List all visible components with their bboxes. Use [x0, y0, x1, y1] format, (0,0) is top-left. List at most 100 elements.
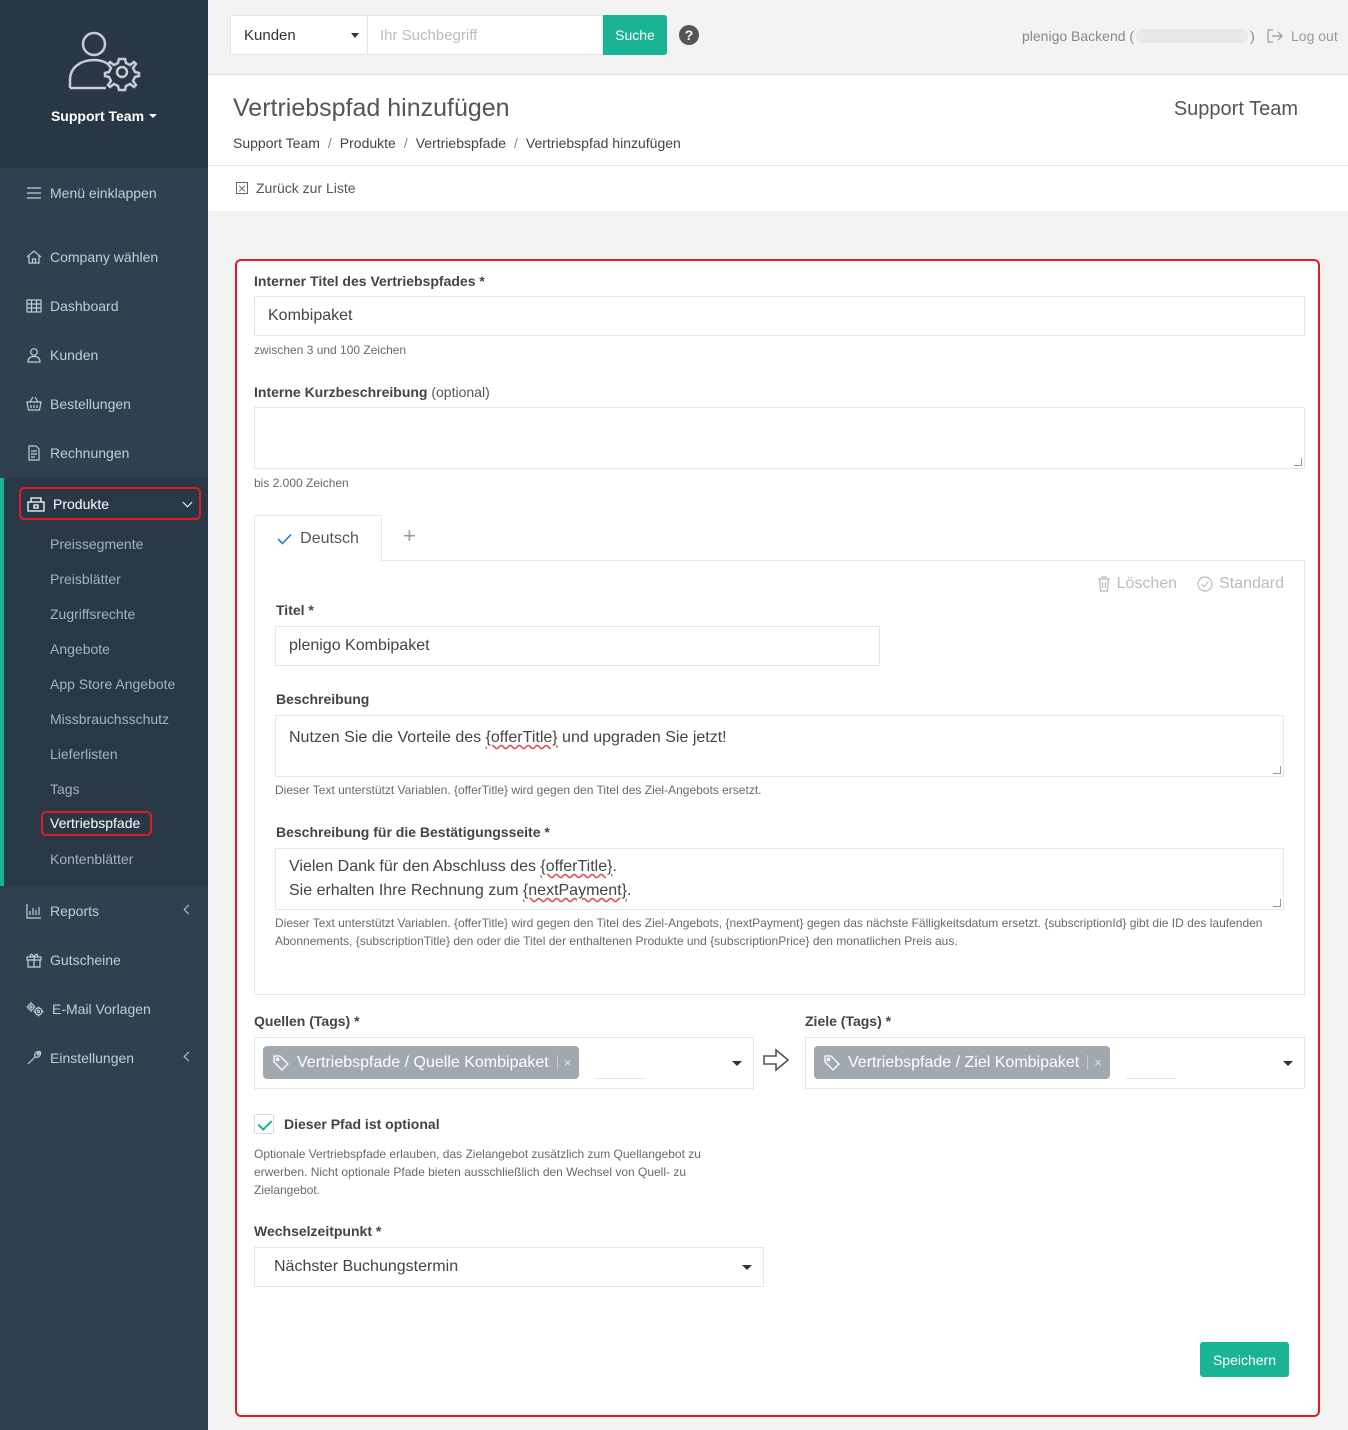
optional-path-label[interactable]: Dieser Pfad ist optional	[284, 1116, 440, 1132]
breadcrumb-item[interactable]: Support Team	[233, 135, 320, 151]
title-value: plenigo Kombipaket	[289, 637, 430, 654]
internal-title-help: zwischen 3 und 100 Zeichen	[254, 343, 407, 357]
source-tag-chip: Vertriebspfade / Quelle Kombipaket ×	[263, 1046, 580, 1079]
breadcrumb: Support Team / Produkte / Vertriebspfade…	[233, 135, 681, 151]
sidebar: Support Team Menü einklappen Company wäh…	[0, 0, 208, 1430]
sidebar-item-company[interactable]: Company wählen	[0, 237, 208, 277]
submenu-preissegmente[interactable]: Preissegmente	[50, 532, 143, 556]
back-to-list-label: Zurück zur Liste	[256, 180, 356, 196]
switch-time-value: Nächster Buchungstermin	[274, 1258, 459, 1275]
sidebar-item-dashboard[interactable]: Dashboard	[0, 286, 208, 326]
tag-search-input[interactable]	[1126, 1078, 1176, 1079]
heading-team-name: Support Team	[1173, 98, 1298, 120]
sidebar-item-label: Einstellungen	[50, 1050, 135, 1066]
logout-label: Log out	[1291, 28, 1338, 44]
hamburger-icon	[27, 187, 41, 199]
submenu-angebote[interactable]: Angebote	[50, 637, 110, 661]
sidebar-item-einstellungen[interactable]: Einstellungen	[0, 1038, 208, 1078]
arrow-right-icon	[763, 1048, 790, 1072]
menu-collapse-label: Menü einklappen	[50, 185, 157, 201]
short-description-textarea[interactable]	[254, 407, 1305, 469]
search-scope-select[interactable]: Kunden	[230, 15, 368, 55]
search-button[interactable]: Suche	[603, 15, 667, 55]
resize-handle[interactable]	[1273, 766, 1281, 774]
sources-label: Quellen (Tags) *	[254, 1013, 360, 1029]
sidebar-item-label: Company wählen	[50, 249, 159, 265]
chevron-down-icon	[182, 497, 193, 508]
help-icon[interactable]: ?	[679, 25, 699, 45]
submenu-vertriebspfade[interactable]: Vertriebspfade	[41, 811, 152, 836]
sidebar-item-produkte[interactable]: Produkte	[19, 487, 201, 520]
description-value: Nutzen Sie die Vorteile des {offerTitle}…	[289, 729, 727, 746]
title-input[interactable]: plenigo Kombipaket	[275, 626, 880, 666]
wrench-icon	[27, 1050, 42, 1065]
tab-deutsch[interactable]: Deutsch	[254, 515, 382, 561]
redacted-account	[1136, 29, 1249, 43]
chevron-left-icon	[183, 1051, 194, 1062]
delete-translation-button[interactable]: Löschen	[1097, 575, 1177, 593]
search-input[interactable]: Ihr Suchbegriff	[367, 15, 603, 55]
save-button[interactable]: Speichern	[1200, 1342, 1289, 1377]
submenu-app-store-angebote[interactable]: App Store Angebote	[50, 672, 175, 696]
sidebar-item-label: Bestellungen	[50, 396, 131, 412]
optional-path-help: Optionale Vertriebspfade erlauben, das Z…	[254, 1147, 701, 1197]
tab-label: Deutsch	[300, 529, 359, 547]
sidebar-item-label: Reports	[50, 903, 100, 919]
back-to-list-link[interactable]: Zurück zur Liste	[236, 180, 356, 196]
internal-title-input[interactable]: Kombipaket	[254, 296, 1305, 336]
source-tag-label: Vertriebspfade / Quelle Kombipaket	[297, 1053, 549, 1071]
user-settings-icon	[68, 31, 141, 92]
optional-path-checkbox[interactable]	[254, 1114, 274, 1134]
target-tag-chip: Vertriebspfade / Ziel Kombipaket ×	[814, 1046, 1110, 1079]
translation-actions: Löschen Standard	[1097, 575, 1284, 593]
logout-link[interactable]: Log out	[1267, 28, 1338, 44]
resize-handle[interactable]	[1294, 458, 1302, 466]
sidebar-item-bestellungen[interactable]: Bestellungen	[0, 384, 208, 424]
backend-label: plenigo Backend (	[1022, 28, 1135, 44]
submenu-missbrauchsschutz[interactable]: Missbrauchsschutz	[50, 707, 169, 731]
submenu-tags[interactable]: Tags	[50, 777, 80, 801]
description-textarea[interactable]: Nutzen Sie die Vorteile des {offerTitle}…	[275, 715, 1284, 777]
breadcrumb-item[interactable]: Vertriebspfade	[416, 135, 506, 151]
set-default-button[interactable]: Standard	[1197, 575, 1284, 593]
title-label: Titel *	[276, 602, 314, 618]
short-description-label: Interne Kurzbeschreibung (optional)	[254, 384, 490, 400]
breadcrumb-item[interactable]: Produkte	[340, 135, 396, 151]
switch-time-select[interactable]: Nächster Buchungstermin	[254, 1247, 764, 1287]
sidebar-item-email-vorlagen[interactable]: E-Mail Vorlagen	[0, 989, 208, 1029]
submenu-preisblaetter[interactable]: Preisblätter	[50, 567, 121, 591]
search-placeholder: Ihr Suchbegriff	[380, 26, 478, 44]
sidebar-item-gutscheine[interactable]: Gutscheine	[0, 940, 208, 980]
sidebar-item-rechnungen[interactable]: Rechnungen	[0, 433, 208, 473]
menu-collapse[interactable]: Menü einklappen	[0, 173, 208, 213]
trash-icon	[1097, 576, 1110, 592]
confirmation-description-value: Vielen Dank für den Abschluss des {offer…	[289, 858, 632, 899]
tag-search-input[interactable]	[595, 1078, 645, 1079]
sidebar-item-label: Rechnungen	[50, 445, 130, 461]
description-label: Beschreibung	[276, 691, 370, 707]
sidebar-item-reports[interactable]: Reports	[0, 891, 208, 931]
sidebar-item-kunden[interactable]: Kunden	[0, 335, 208, 375]
check-circle-icon	[1197, 576, 1213, 592]
sidebar-item-label: Produkte	[53, 495, 110, 512]
breadcrumb-separator: /	[403, 135, 408, 151]
breadcrumb-separator: /	[327, 135, 332, 151]
sales-path-form: Interner Titel des Vertriebspfades * Kom…	[235, 259, 1320, 1417]
sidebar-item-label: Kunden	[50, 347, 99, 363]
sources-tag-select[interactable]: Vertriebspfade / Quelle Kombipaket ×	[254, 1037, 754, 1089]
team-label: Support Team	[50, 108, 145, 124]
team-switcher[interactable]: Support Team	[50, 108, 158, 124]
add-language-tab[interactable]: +	[403, 523, 416, 549]
resize-handle[interactable]	[1273, 899, 1281, 907]
submenu-kontenblaetter[interactable]: Kontenblätter	[50, 847, 133, 871]
tag-icon	[273, 1054, 289, 1071]
breadcrumb-current: Vertriebspfad hinzufügen	[525, 135, 681, 151]
search-scope-value: Kunden	[244, 26, 296, 44]
targets-tag-select[interactable]: Vertriebspfade / Ziel Kombipaket ×	[805, 1037, 1305, 1089]
submenu-zugriffsrechte[interactable]: Zugriffsrechte	[50, 602, 135, 626]
submenu-lieferlisten[interactable]: Lieferlisten	[50, 742, 118, 766]
gears-icon	[26, 1002, 44, 1017]
remove-tag-icon[interactable]: ×	[556, 1055, 571, 1070]
confirmation-description-textarea[interactable]: Vielen Dank für den Abschluss des {offer…	[275, 848, 1284, 910]
remove-tag-icon[interactable]: ×	[1087, 1055, 1102, 1070]
